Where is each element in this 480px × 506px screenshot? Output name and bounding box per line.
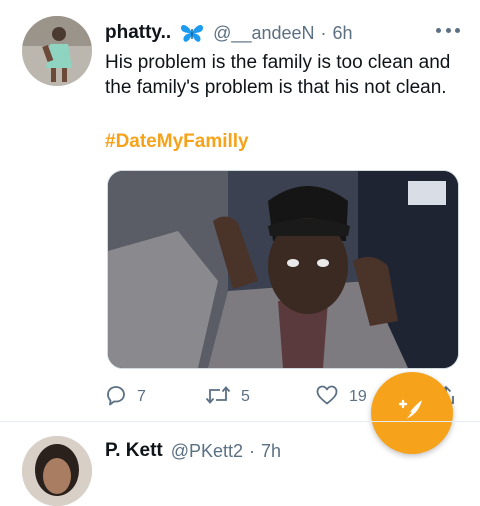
more-options-icon[interactable]	[436, 20, 460, 40]
next-tweet-avatar[interactable]	[22, 436, 92, 506]
hashtag-link[interactable]: #DateMyFamilly	[105, 131, 249, 153]
butterfly-icon	[179, 22, 205, 44]
retweet-button[interactable]: 5	[205, 384, 250, 410]
next-timestamp[interactable]: 7h	[261, 441, 281, 462]
tweet-image[interactable]	[107, 170, 459, 369]
avatar-photo	[22, 16, 92, 86]
separator-dot: ·	[249, 440, 256, 461]
tweet[interactable]: phatty.. @__andeeN · 6h His problem is t…	[0, 0, 480, 416]
meme-photo	[108, 171, 458, 368]
next-author-handle[interactable]: @PKett2	[171, 441, 243, 462]
like-button[interactable]: 19	[315, 384, 367, 410]
author-handle[interactable]: @__andeeN	[213, 23, 314, 44]
author-name[interactable]: phatty..	[105, 22, 171, 44]
tweet-header: phatty.. @__andeeN · 6h	[105, 20, 464, 46]
retweet-count: 5	[241, 388, 250, 405]
compose-feather-icon	[395, 394, 429, 433]
tweet-text: His problem is the family is too clean a…	[105, 52, 451, 98]
compose-tweet-button[interactable]	[371, 372, 453, 454]
reply-count: 7	[137, 388, 146, 405]
heart-icon	[315, 384, 339, 411]
retweet-icon	[205, 384, 231, 411]
like-count: 19	[349, 388, 367, 405]
separator-dot: ·	[320, 22, 327, 43]
reply-icon	[105, 384, 127, 411]
timestamp[interactable]: 6h	[333, 23, 353, 44]
avatar[interactable]	[22, 16, 92, 86]
reply-button[interactable]: 7	[105, 384, 146, 410]
avatar-photo	[22, 436, 92, 506]
tweet-divider	[0, 421, 480, 422]
